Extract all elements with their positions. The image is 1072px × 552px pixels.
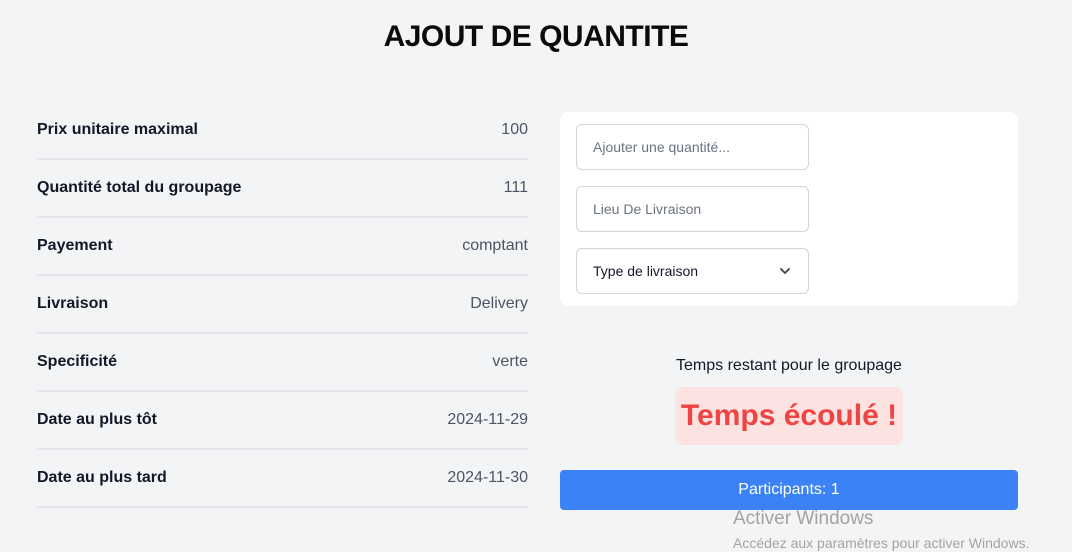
detail-label: Specificité bbox=[37, 353, 118, 370]
detail-label: Date au plus tard bbox=[37, 469, 167, 486]
detail-value: 2024-11-29 bbox=[447, 411, 528, 428]
delivery-type-select[interactable]: Type de livraison bbox=[576, 248, 809, 294]
page-title: AJOUT DE QUANTITE bbox=[383, 20, 689, 53]
detail-value: comptant bbox=[462, 237, 528, 254]
detail-row-delivery: Livraison Delivery bbox=[37, 276, 528, 334]
detail-value: 111 bbox=[503, 179, 528, 196]
detail-row-max-unit-price: Prix unitaire maximal 100 bbox=[37, 102, 528, 160]
participants-button[interactable]: Participants: 1 bbox=[560, 470, 1018, 510]
detail-label: Quantité total du groupage bbox=[37, 179, 242, 196]
delivery-location-input[interactable] bbox=[576, 186, 809, 232]
detail-value: 100 bbox=[501, 121, 528, 138]
detail-label: Date au plus tôt bbox=[37, 411, 158, 428]
detail-label: Prix unitaire maximal bbox=[37, 121, 198, 138]
detail-label: Livraison bbox=[37, 295, 109, 312]
quantity-form-card: Type de livraison bbox=[560, 112, 1018, 306]
quantity-input[interactable] bbox=[576, 124, 809, 170]
timer-label: Temps restant pour le groupage bbox=[676, 357, 902, 374]
chevron-down-icon bbox=[780, 268, 790, 274]
detail-label: Payement bbox=[37, 237, 113, 254]
timer-status-text: Temps écoulé ! bbox=[680, 399, 898, 432]
detail-row-earliest-date: Date au plus tôt 2024-11-29 bbox=[37, 392, 528, 450]
page: AJOUT DE QUANTITE Prix unitaire maximal … bbox=[0, 0, 1072, 552]
watermark-subtitle: Accédez aux paramètres pour activer Wind… bbox=[733, 535, 1030, 551]
windows-activation-watermark: Activer Windows Accédez aux paramètres p… bbox=[733, 508, 1029, 551]
detail-value: 2024-11-30 bbox=[447, 469, 528, 486]
detail-row-latest-date: Date au plus tard 2024-11-30 bbox=[37, 450, 528, 508]
detail-value: Delivery bbox=[470, 295, 528, 312]
details-list: Prix unitaire maximal 100 Quantité total… bbox=[37, 102, 528, 508]
watermark-title: Activer Windows bbox=[733, 508, 874, 529]
timer-status-badge: Temps écoulé ! bbox=[675, 387, 903, 445]
detail-value: verte bbox=[492, 353, 528, 370]
detail-row-payment: Payement comptant bbox=[37, 218, 528, 276]
detail-row-specificity: Specificité verte bbox=[37, 334, 528, 392]
delivery-type-selected: Type de livraison bbox=[593, 263, 699, 279]
detail-row-total-quantity: Quantité total du groupage 111 bbox=[37, 160, 528, 218]
